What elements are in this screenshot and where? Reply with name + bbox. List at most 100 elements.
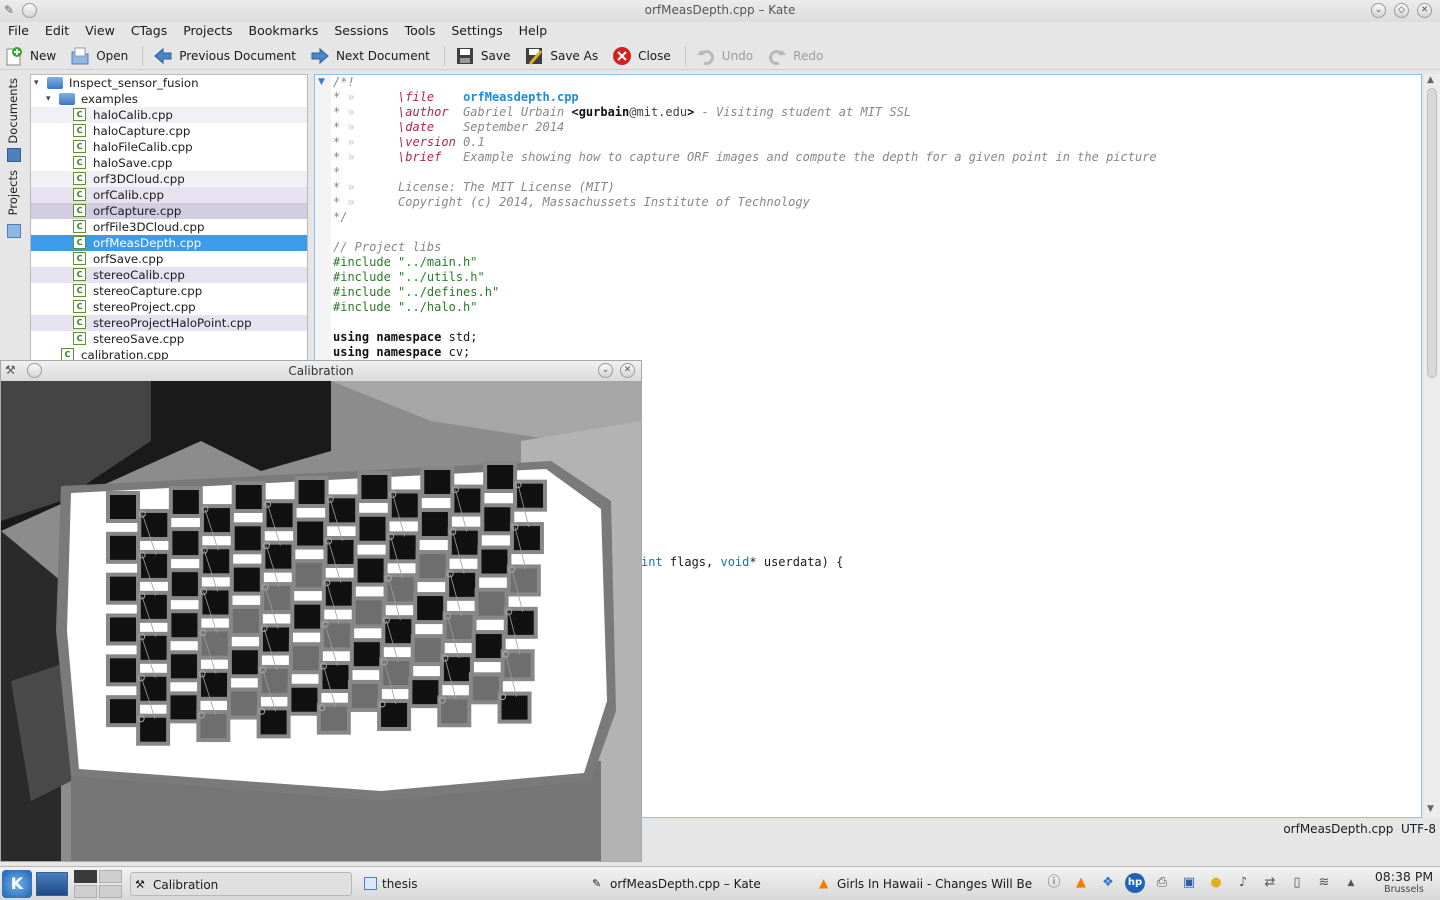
tree-file-item[interactable]: CorfCalib.cpp <box>31 187 307 203</box>
tree-file-item[interactable]: ChaloFileCalib.cpp <box>31 139 307 155</box>
checkerboard-square <box>294 476 329 508</box>
chevron-down-icon[interactable]: ▾ <box>46 91 51 107</box>
cpp-file-icon: C <box>73 124 86 137</box>
editor-vertical-scrollbar[interactable]: ▲ ▼ <box>1424 74 1440 818</box>
dropbox-icon[interactable]: ❖ <box>1098 873 1118 893</box>
tree-file-label: stereoProject.cpp <box>93 300 196 314</box>
kde-menu-button[interactable]: K <box>2 870 32 898</box>
volume-icon[interactable]: ♪ <box>1233 873 1253 893</box>
tree-file-label: stereoSave.cpp <box>93 332 185 346</box>
projects-tab[interactable]: Projects <box>6 170 20 215</box>
checkerboard-square <box>106 613 140 646</box>
tree-file-item[interactable]: ChaloCapture.cpp <box>31 123 307 139</box>
maximize-button[interactable]: ◇ <box>1394 3 1409 18</box>
tree-file-label: orfCapture.cpp <box>93 204 182 218</box>
tree-file-item[interactable]: CorfMeasDepth.cpp <box>31 235 307 251</box>
battery-icon[interactable]: ▯ <box>1287 873 1307 893</box>
save-as-button[interactable]: Save As <box>524 46 598 66</box>
status-bar: orfMeasDepth.cpp UTF-8 <box>640 818 1440 840</box>
close-window-button[interactable]: ✕ <box>1417 3 1432 18</box>
close-button[interactable]: Close <box>612 46 671 66</box>
checkerboard-square <box>377 698 412 731</box>
tree-file-item[interactable]: ChaloCalib.cpp <box>31 107 307 123</box>
calibration-window[interactable]: ⚒ Calibration ⌄ ✕ <box>0 360 642 862</box>
scrollbar-thumb[interactable] <box>1427 88 1437 378</box>
redo-button[interactable]: Redo <box>767 46 823 66</box>
task-music[interactable]: ▲ Girls In Hawaii - Changes Will Be Lo <box>815 872 1035 896</box>
tray-expand-icon[interactable]: ▲ <box>1341 873 1361 893</box>
vlc-icon[interactable]: ▲ <box>1071 873 1091 893</box>
info-icon[interactable]: ⓘ <box>1044 873 1064 893</box>
menu-edit[interactable]: Edit <box>45 22 69 42</box>
pen-icon: ✎ <box>592 877 602 890</box>
undo-button[interactable]: Undo <box>696 46 753 66</box>
menu-file[interactable]: File <box>8 22 29 42</box>
checkerboard-square <box>477 545 512 578</box>
checkerboard-square <box>106 695 140 728</box>
minimize-button[interactable]: ⌄ <box>1371 3 1386 18</box>
tree-file-item[interactable]: CstereoProjectHaloPoint.cpp <box>31 315 307 331</box>
checkerboard-square <box>260 582 295 615</box>
checkerboard-square <box>468 672 503 705</box>
previous-document-button[interactable]: Previous Document <box>153 46 296 66</box>
tree-file-item[interactable]: CorfCapture.cpp <box>31 203 307 219</box>
bulb-icon[interactable]: ● <box>1206 873 1226 893</box>
checkerboard-square <box>410 634 445 667</box>
checkerboard-square <box>137 549 172 582</box>
status-encoding[interactable]: UTF-8 <box>1401 822 1436 836</box>
tree-folder-item[interactable]: ▾ examples <box>31 91 307 107</box>
documents-tab[interactable]: Documents <box>6 78 20 144</box>
task-calibration[interactable]: ⚒ Calibration <box>130 872 352 896</box>
calibration-close-button[interactable]: ✕ <box>620 363 635 378</box>
code-line: using namespace std; <box>333 330 478 344</box>
tree-file-item[interactable]: CstereoSave.cpp <box>31 331 307 347</box>
task-kate[interactable]: ✎ orfMeasDepth.cpp – Kate <box>588 872 810 896</box>
chevron-down-icon[interactable]: ▾ <box>34 75 39 91</box>
tree-file-item[interactable]: CorfFile3DCloud.cpp <box>31 219 307 235</box>
pager[interactable] <box>74 870 124 898</box>
menu-help[interactable]: Help <box>519 22 548 42</box>
tree-file-item[interactable]: CstereoCalib.cpp <box>31 267 307 283</box>
printer-icon[interactable]: ⎙ <box>1152 873 1172 893</box>
menu-view[interactable]: View <box>85 22 115 42</box>
pager-desktop-2[interactable] <box>99 870 122 883</box>
save-button[interactable]: Save <box>455 46 510 66</box>
menu-sessions[interactable]: Sessions <box>334 22 388 42</box>
main-toolbar: New Open Previous Document Next Document… <box>0 42 1440 70</box>
next-document-button[interactable]: Next Document <box>310 46 430 66</box>
new-button[interactable]: New <box>4 46 56 66</box>
network-manager-icon[interactable]: ▣ <box>1179 873 1199 893</box>
project-file-tree[interactable]: ▾ Inspect_sensor_fusion ▾ examples Chalo… <box>30 74 308 364</box>
calibration-image[interactable] <box>1 381 641 861</box>
tree-file-label: orf3DCloud.cpp <box>93 172 185 186</box>
tree-file-item[interactable]: CstereoCapture.cpp <box>31 283 307 299</box>
menu-ctags[interactable]: CTags <box>131 22 167 42</box>
wifi-icon[interactable]: ≋ <box>1314 873 1334 893</box>
scroll-down-icon[interactable]: ▼ <box>1427 804 1434 814</box>
clock[interactable]: 08:38 PM Brussels <box>1372 869 1436 895</box>
usb-icon[interactable]: ⇄ <box>1260 873 1280 893</box>
task-thesis[interactable]: thesis <box>360 872 580 896</box>
hp-icon[interactable]: hp <box>1125 873 1145 893</box>
scroll-up-icon[interactable]: ▲ <box>1427 75 1434 85</box>
show-desktop-button[interactable] <box>36 872 68 896</box>
open-button[interactable]: Open <box>70 46 128 66</box>
pager-desktop-4[interactable] <box>99 885 122 898</box>
menu-settings[interactable]: Settings <box>451 22 502 42</box>
tree-file-label: haloCapture.cpp <box>93 124 191 138</box>
pager-desktop-3[interactable] <box>74 885 97 898</box>
pager-desktop-1[interactable] <box>74 870 97 883</box>
tree-file-item[interactable]: CorfSave.cpp <box>31 251 307 267</box>
checkerboard-square <box>168 527 203 560</box>
menu-tools[interactable]: Tools <box>405 22 436 42</box>
tree-file-item[interactable]: Corf3DCloud.cpp <box>31 171 307 187</box>
cpp-file-icon: C <box>73 108 86 121</box>
menu-bookmarks[interactable]: Bookmarks <box>249 22 319 42</box>
tree-file-item[interactable]: ChaloSave.cpp <box>31 155 307 171</box>
menu-projects[interactable]: Projects <box>183 22 232 42</box>
tree-root-item[interactable]: ▾ Inspect_sensor_fusion <box>31 75 307 91</box>
fold-marker-icon[interactable]: ▼ <box>318 77 325 87</box>
projects-tab-icon <box>7 224 21 238</box>
calibration-minimize-button[interactable]: ⌄ <box>598 363 613 378</box>
tree-file-item[interactable]: CstereoProject.cpp <box>31 299 307 315</box>
